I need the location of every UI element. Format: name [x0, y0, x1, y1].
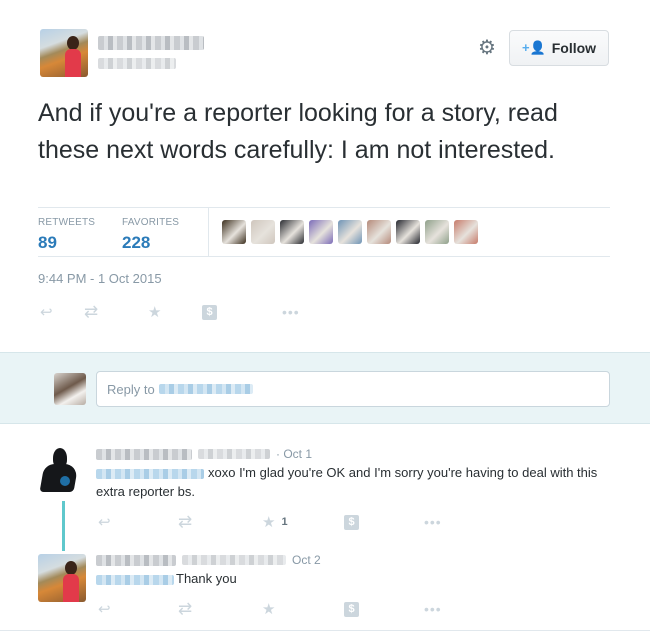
favoriter-avatar[interactable] [309, 220, 333, 244]
reply-header: · Oct 1 [96, 447, 312, 461]
favoriter-avatar[interactable] [425, 220, 449, 244]
dollar-icon[interactable]: $ [202, 304, 282, 320]
reply-date[interactable]: · Oct 1 [276, 447, 312, 461]
reply-text: Thank you [176, 571, 237, 586]
author-avatar[interactable] [40, 29, 88, 77]
favorites-label: FAVORITES [122, 217, 180, 228]
follow-button[interactable]: +👤 Follow [509, 30, 609, 66]
reply-arrow-icon[interactable]: ↩ [98, 600, 178, 618]
reply-handle-redacted[interactable] [182, 555, 286, 565]
dollar-icon[interactable]: $ [344, 514, 424, 530]
reply-to-handle-redacted [158, 384, 253, 394]
add-user-icon: +👤 [521, 40, 546, 55]
retweet-icon[interactable]: ⇄ [178, 512, 262, 532]
reply-actions: ↩ ⇄ ★ $ ••• [98, 599, 464, 619]
reply-actions: ↩ ⇄ ★ 1 $ ••• [98, 512, 464, 532]
reply-placeholder: Reply to [107, 381, 155, 397]
reply-text-block: xoxo I'm glad you're OK and I'm sorry yo… [96, 463, 606, 501]
reply-date[interactable]: Oct 2 [292, 553, 321, 567]
reply-arrow-icon[interactable]: ↩ [40, 303, 84, 321]
retweets-label: RETWEETS [38, 217, 96, 228]
favorites-stat[interactable]: FAVORITES 228 [122, 217, 179, 253]
author-name-redacted[interactable] [98, 36, 204, 50]
reply-author-redacted[interactable] [96, 554, 176, 566]
reply-favorite-count: 1 [281, 516, 288, 528]
star-icon[interactable]: ★ [148, 303, 202, 321]
favoriter-avatars [222, 220, 478, 244]
current-user-avatar [54, 373, 86, 405]
reply-handle-redacted[interactable] [198, 449, 270, 459]
more-dots-icon[interactable]: ••• [282, 304, 322, 320]
reply-arrow-icon[interactable]: ↩ [98, 513, 178, 531]
gear-icon[interactable]: ⚙ [476, 37, 498, 59]
tweet-text: And if you're a reporter looking for a s… [38, 99, 558, 164]
reply-header: Oct 2 [96, 553, 321, 567]
retweets-stat[interactable]: RETWEETS 89 [38, 217, 95, 253]
reply-avatar[interactable] [38, 554, 86, 602]
mention-redacted[interactable] [96, 468, 204, 479]
star-icon[interactable]: ★ 1 [262, 513, 344, 531]
reply-item: Oct 2 Thank you ↩ ⇄ ★ $ ••• [0, 543, 650, 631]
favoriter-avatar[interactable] [367, 220, 391, 244]
reply-text-block: Thank you [96, 569, 606, 588]
favoriter-avatar[interactable] [454, 220, 478, 244]
tweet-stats: RETWEETS 89 FAVORITES 228 [38, 207, 610, 257]
favorites-count: 228 [122, 233, 151, 252]
tweet-timestamp[interactable]: 9:44 PM - 1 Oct 2015 [38, 271, 162, 286]
favoriter-avatar[interactable] [280, 220, 304, 244]
author-handle-redacted[interactable] [98, 58, 176, 69]
more-dots-icon[interactable]: ••• [424, 514, 464, 530]
favoriter-avatar[interactable] [251, 220, 275, 244]
dollar-icon[interactable]: $ [344, 601, 424, 617]
reply-item: · Oct 1 xoxo I'm glad you're OK and I'm … [0, 433, 650, 551]
retweets-count: 89 [38, 233, 57, 252]
reply-avatar[interactable] [40, 446, 88, 494]
bottom-divider [0, 630, 650, 631]
retweet-icon[interactable]: ⇄ [84, 302, 148, 322]
reply-author-redacted[interactable] [96, 448, 192, 460]
favoriter-avatar[interactable] [396, 220, 420, 244]
retweet-icon[interactable]: ⇄ [178, 599, 262, 619]
more-dots-icon[interactable]: ••• [424, 601, 464, 617]
tweet-actions: ↩ ⇄ ★ $ ••• [40, 302, 322, 322]
follow-label: Follow [551, 40, 597, 56]
stats-divider [208, 208, 209, 256]
main-tweet: ⚙ +👤 Follow And if you're a reporter loo… [0, 0, 650, 352]
star-icon[interactable]: ★ [262, 600, 344, 618]
reply-composer: Reply to [0, 352, 650, 424]
favoriter-avatar[interactable] [222, 220, 246, 244]
favoriter-avatar[interactable] [338, 220, 362, 244]
mention-redacted[interactable] [96, 574, 174, 585]
reply-input[interactable]: Reply to [96, 371, 610, 407]
